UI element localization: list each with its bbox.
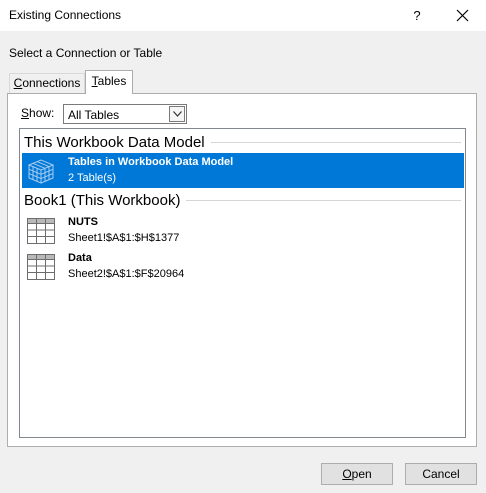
list-item-nuts[interactable]: NUTS Sheet1!$A$1:$H$1377	[22, 213, 464, 248]
item-name: NUTS	[68, 216, 98, 228]
item-detail: 2 Table(s)	[68, 172, 117, 184]
window-title: Existing Connections	[9, 8, 122, 22]
show-label: Show:	[21, 106, 54, 120]
item-name: Tables in Workbook Data Model	[68, 156, 234, 168]
close-button[interactable]	[448, 0, 476, 31]
prompt-text: Select a Connection or Table	[9, 46, 163, 60]
tab-tables-label: ables	[97, 74, 127, 88]
show-dropdown-value: All Tables	[68, 108, 120, 122]
list-item-data[interactable]: Data Sheet2!$A$1:$F$20964	[22, 249, 464, 284]
tab-tables[interactable]: Tables	[85, 70, 133, 94]
tab-connections-label: onnections	[22, 76, 81, 90]
open-button-accesskey: O	[342, 467, 352, 481]
list-item-data-model-tables[interactable]: Tables in Workbook Data Model 2 Table(s)	[22, 153, 464, 188]
tab-connections[interactable]: Connections	[9, 73, 85, 93]
item-name: Data	[68, 252, 92, 264]
connections-list[interactable]: This Workbook Data Model Tables in Workb…	[19, 128, 466, 438]
group-header-data-model-label: This Workbook Data Model	[24, 134, 205, 151]
table-grid-icon	[27, 218, 55, 244]
show-label-accesskey: S	[21, 106, 30, 120]
group-header-data-model: This Workbook Data Model	[24, 134, 461, 151]
open-button-label: pen	[351, 467, 372, 481]
group-header-this-workbook-label: Book1 (This Workbook)	[24, 192, 181, 209]
cancel-button[interactable]: Cancel	[405, 463, 477, 485]
tab-connections-accesskey: C	[13, 76, 23, 90]
dropdown-arrow-button[interactable]	[169, 106, 185, 122]
group-divider	[210, 142, 461, 143]
open-button[interactable]: Open	[321, 463, 393, 485]
help-button[interactable]: ?	[406, 0, 428, 31]
group-divider	[186, 200, 461, 201]
item-detail: Sheet2!$A$1:$F$20964	[68, 268, 185, 280]
close-icon	[456, 9, 469, 22]
show-dropdown[interactable]: All Tables	[63, 104, 187, 124]
data-model-cube-icon	[27, 159, 55, 184]
chevron-down-icon	[173, 111, 182, 117]
item-detail: Sheet1!$A$1:$H$1377	[68, 232, 180, 244]
table-grid-icon	[27, 254, 55, 280]
show-label-text: how:	[29, 106, 55, 120]
group-header-this-workbook: Book1 (This Workbook)	[24, 192, 461, 209]
title-bar: Existing Connections ?	[0, 0, 486, 31]
